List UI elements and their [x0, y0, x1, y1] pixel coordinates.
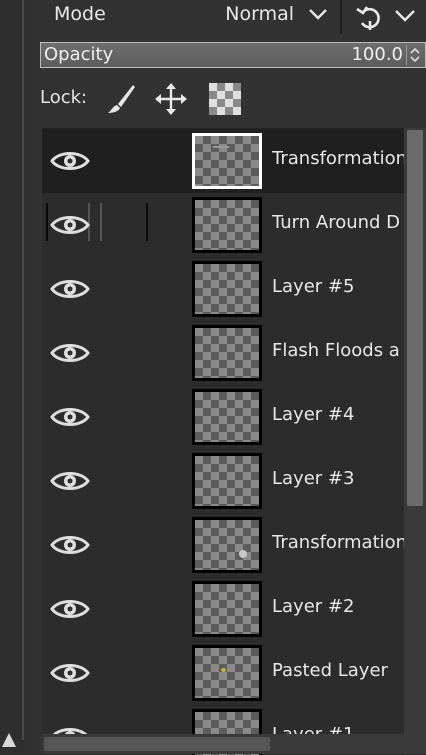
spin-buttons-icon[interactable]: [406, 45, 423, 65]
layer-row[interactable]: Pasted Layer: [42, 641, 404, 705]
visibility-eye-icon[interactable]: [50, 530, 90, 560]
visibility-eye-icon[interactable]: [50, 274, 90, 304]
visibility-eye-icon[interactable]: [50, 466, 90, 496]
reset-icon: [356, 6, 380, 30]
layer-thumbnail[interactable]: [192, 517, 262, 573]
layer-name[interactable]: Flash Floods a: [272, 340, 404, 361]
layers-horizontal-scrollbar[interactable]: [42, 734, 404, 754]
composite-mode-button[interactable]: [348, 0, 426, 34]
layers-panel: Mode Normal Opacity 100.0 Lock: Transfor…: [36, 0, 426, 755]
layer-row[interactable]: Transformation: [42, 129, 404, 193]
layers-list: Transformation Turn Around D Layer #5 Fl…: [42, 128, 404, 755]
layer-thumbnail[interactable]: [192, 645, 262, 701]
mode-label: Mode: [54, 3, 106, 25]
layer-thumbnail[interactable]: [192, 197, 262, 253]
opacity-slider[interactable]: Opacity 100.0: [40, 42, 426, 68]
visibility-eye-icon[interactable]: [50, 594, 90, 624]
layer-name[interactable]: Turn Around D: [272, 212, 404, 233]
lock-alpha-checker-icon[interactable]: [208, 82, 242, 116]
mode-value: Normal: [225, 3, 294, 25]
layer-row[interactable]: Turn Around D: [42, 193, 404, 257]
opacity-value: 100.0: [351, 44, 403, 65]
visibility-eye-icon[interactable]: [50, 146, 90, 176]
layer-row[interactable]: Flash Floods a: [42, 321, 404, 385]
visibility-eye-icon[interactable]: [50, 338, 90, 368]
chevron-down-icon: [395, 10, 415, 22]
layer-thumbnail[interactable]: [192, 389, 262, 445]
layer-thumbnail[interactable]: [192, 261, 262, 317]
layer-row[interactable]: Layer #5: [42, 257, 404, 321]
scrollbar-thumb[interactable]: [44, 737, 270, 751]
left-dock-strip: [0, 0, 24, 754]
layer-row[interactable]: Transformation: [42, 513, 404, 577]
layer-row[interactable]: Layer #3: [42, 449, 404, 513]
layer-name[interactable]: Transformation: [272, 148, 404, 169]
visibility-eye-icon[interactable]: [50, 402, 90, 432]
lock-pixels-brush-icon[interactable]: [104, 82, 138, 116]
visibility-eye-icon[interactable]: [50, 210, 90, 240]
lock-label: Lock:: [40, 87, 88, 108]
layer-name[interactable]: Transformation: [272, 532, 404, 553]
layer-thumbnail[interactable]: [192, 325, 262, 381]
chevron-down-icon: [309, 9, 327, 20]
scroll-up-arrow-icon[interactable]: [2, 733, 16, 747]
layer-thumbnail[interactable]: [192, 581, 262, 637]
opacity-label: Opacity: [44, 44, 114, 65]
layer-name[interactable]: Layer #4: [272, 404, 404, 425]
layer-name[interactable]: Pasted Layer: [272, 660, 404, 681]
separator: [340, 0, 342, 34]
layer-name[interactable]: Layer #2: [272, 596, 404, 617]
scrollbar-thumb[interactable]: [407, 130, 423, 506]
layer-thumbnail[interactable]: [192, 453, 262, 509]
layer-row[interactable]: Layer #2: [42, 577, 404, 641]
visibility-eye-icon[interactable]: [50, 658, 90, 688]
layers-vertical-scrollbar[interactable]: [404, 128, 426, 754]
layer-name[interactable]: Layer #5: [272, 276, 404, 297]
layer-row[interactable]: Layer #4: [42, 385, 404, 449]
layer-thumbnail[interactable]: [192, 133, 262, 189]
dock-divider[interactable]: [22, 0, 24, 740]
layer-name[interactable]: Layer #3: [272, 468, 404, 489]
lock-position-move-icon[interactable]: [154, 82, 188, 116]
mode-select[interactable]: Normal: [186, 0, 336, 32]
lock-row: Lock:: [36, 78, 426, 120]
mode-row: Mode Normal: [36, 0, 426, 36]
